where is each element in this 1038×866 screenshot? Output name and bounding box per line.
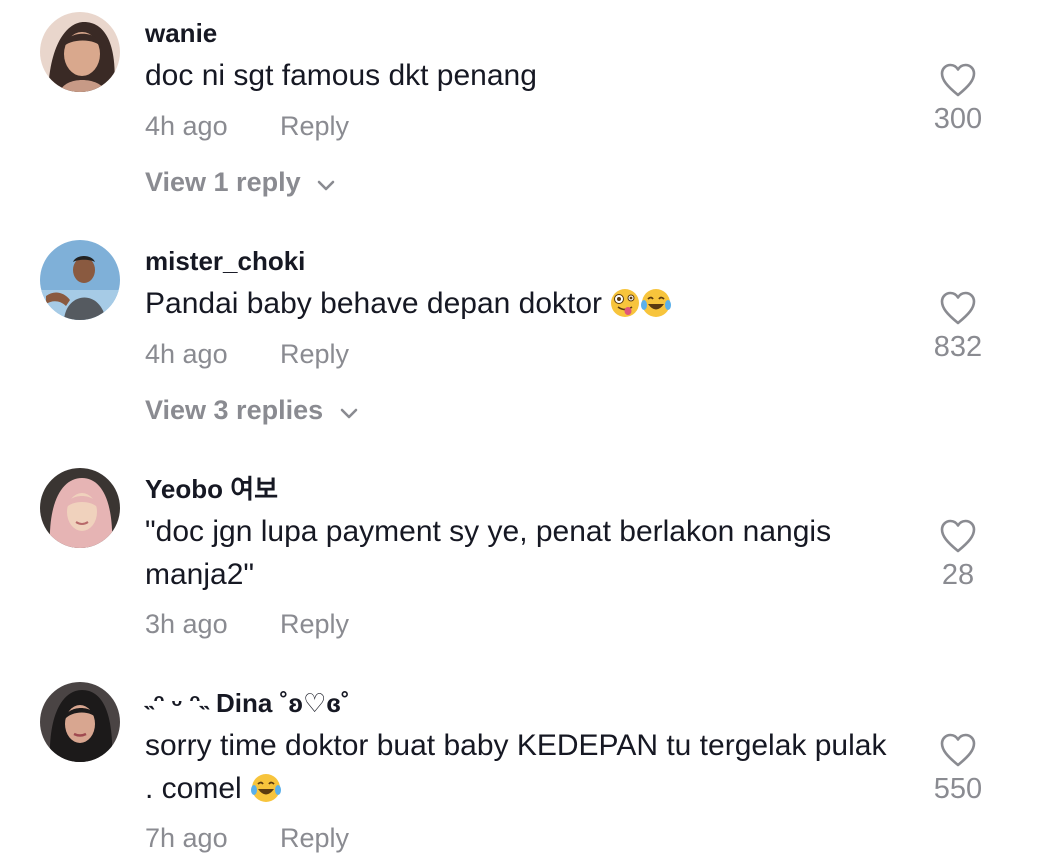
zany-face-emoji <box>610 287 640 330</box>
heart-outline-icon <box>918 518 998 554</box>
comment-text: doc ni sgt famous dkt penang <box>145 54 895 97</box>
heart-outline-icon <box>918 62 998 98</box>
avatar[interactable] <box>40 240 120 320</box>
tears-of-joy-emoji <box>640 287 672 330</box>
chevron-down-icon <box>316 168 336 200</box>
comment-text: "doc jgn lupa payment sy ye, penat berla… <box>145 510 895 596</box>
comment-text-content: "doc jgn lupa payment sy ye, penat berla… <box>145 515 832 591</box>
avatar[interactable] <box>40 682 120 762</box>
view-replies-button[interactable]: View 1 reply <box>145 166 336 200</box>
comment-item: Yeobo 여보 "doc jgn lupa payment sy ye, pe… <box>0 456 1038 656</box>
comment-meta: 4h ago Reply <box>145 110 349 142</box>
reply-button[interactable]: Reply <box>280 822 349 854</box>
chevron-down-icon <box>339 396 359 428</box>
like-count: 550 <box>933 773 983 805</box>
heart-outline-icon <box>918 290 998 326</box>
avatar[interactable] <box>40 12 120 92</box>
comment-timestamp: 4h ago <box>145 339 228 369</box>
view-replies-button[interactable]: View 3 replies <box>145 394 359 428</box>
like-count: 300 <box>933 103 983 135</box>
reply-button[interactable]: Reply <box>280 110 349 142</box>
comment-username[interactable]: Yeobo 여보 <box>145 474 278 504</box>
comment-text: Pandai baby behave depan doktor <box>145 282 895 330</box>
heart-outline-icon <box>918 732 998 768</box>
comment-username[interactable]: wanie <box>145 18 217 48</box>
like-count: 28 <box>941 559 975 591</box>
comment-username[interactable]: mister_choki <box>145 246 305 276</box>
comment-meta: 3h ago Reply <box>145 608 349 640</box>
comment-timestamp: 7h ago <box>145 823 228 853</box>
comment-item: ˵ᵔ ᵕ ᵔ˵ Dina ˚ʚ♡ɞ˚ sorry time doktor bua… <box>0 670 1038 866</box>
comment-text-content: Pandai baby behave depan doktor <box>145 287 603 320</box>
view-replies-label: View 1 reply <box>145 167 301 197</box>
comment-timestamp: 4h ago <box>145 111 228 141</box>
like-button[interactable]: 832 <box>918 290 998 364</box>
like-button[interactable]: 550 <box>918 732 998 806</box>
comment-item: mister_choki Pandai baby behave depan do… <box>0 228 1038 443</box>
like-count: 832 <box>933 331 983 363</box>
comment-text: sorry time doktor buat baby KEDEPAN tu t… <box>145 724 895 815</box>
comment-timestamp: 3h ago <box>145 609 228 639</box>
reply-button[interactable]: Reply <box>280 338 349 370</box>
like-button[interactable]: 300 <box>918 62 998 136</box>
avatar[interactable] <box>40 468 120 548</box>
reply-button[interactable]: Reply <box>280 608 349 640</box>
view-replies-label: View 3 replies <box>145 395 324 425</box>
like-button[interactable]: 28 <box>918 518 998 592</box>
comment-meta: 7h ago Reply <box>145 822 349 854</box>
comment-username[interactable]: ˵ᵔ ᵕ ᵔ˵ Dina ˚ʚ♡ɞ˚ <box>145 688 350 718</box>
comment-item: wanie doc ni sgt famous dkt penang 4h ag… <box>0 0 1038 215</box>
comment-meta: 4h ago Reply <box>145 338 349 370</box>
comment-text-content: doc ni sgt famous dkt penang <box>145 59 537 92</box>
tears-of-joy-emoji <box>250 772 282 815</box>
